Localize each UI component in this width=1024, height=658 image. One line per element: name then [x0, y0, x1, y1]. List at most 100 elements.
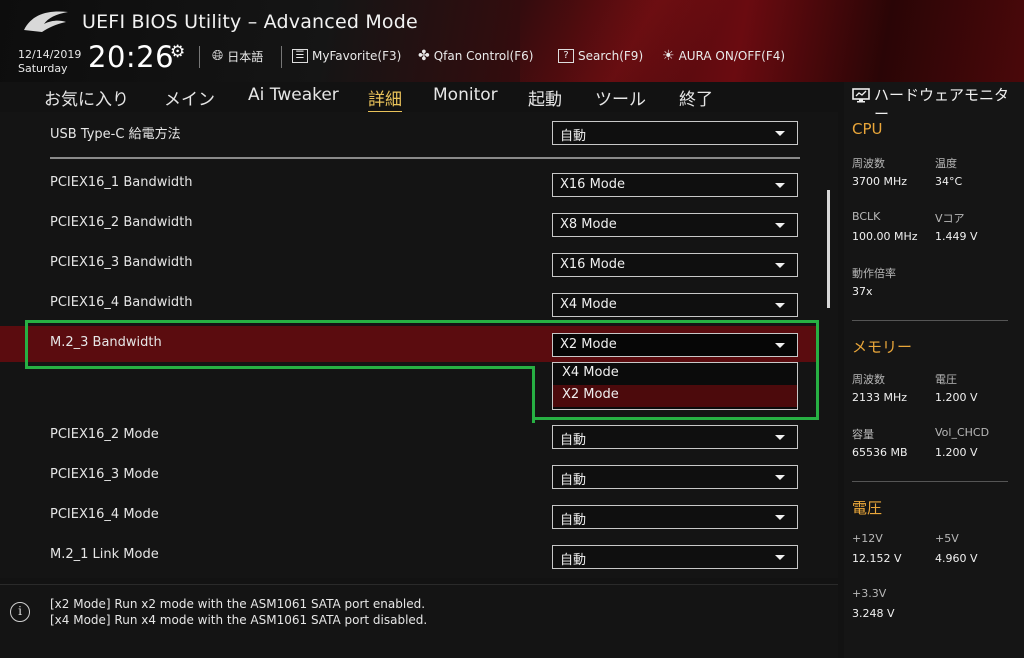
chevron-down-icon [775, 555, 785, 560]
setting-dropdown[interactable]: 自動 [552, 505, 798, 529]
aura-label: AURA ON/OFF(F4) [678, 49, 786, 63]
setting-row[interactable]: PCIEX16_1 Bandwidth X16 Mode [0, 166, 818, 202]
search-button[interactable]: ? Search(F9) [558, 47, 643, 65]
cpu-freq-value: 3700 MHz [852, 175, 908, 188]
gear-icon[interactable]: ⚙ [170, 42, 185, 62]
chevron-down-icon [775, 223, 785, 228]
mem-chcd-label: Vol_CHCD [935, 426, 990, 439]
chevron-down-icon [775, 303, 785, 308]
tab-boot[interactable]: 起動 [528, 85, 562, 110]
setting-row[interactable]: PCIEX16_4 Mode 自動 [0, 498, 818, 534]
setting-dropdown[interactable]: 自動 [552, 545, 798, 569]
setting-dropdown-open[interactable]: X2 Mode [552, 333, 798, 357]
chevron-down-icon [775, 183, 785, 188]
mem-volt-value: 1.200 V [935, 391, 978, 404]
v33-value: 3.248 V [852, 607, 895, 620]
setting-dropdown[interactable]: X16 Mode [552, 173, 798, 197]
myfavorite-label: MyFavorite(F3) [312, 49, 402, 63]
tab-ai-tweaker[interactable]: Ai Tweaker [248, 85, 339, 105]
help-bar: i [x2 Mode] Run x2 mode with the ASM1061… [0, 584, 838, 658]
bclk-value: 100.00 MHz [852, 230, 918, 243]
dropdown-option[interactable]: X4 Mode [553, 363, 797, 385]
cpu-temp-label: 温度 [935, 157, 957, 170]
dropdown-value: X8 Mode [560, 217, 617, 232]
chevron-down-icon [775, 131, 785, 136]
setting-row[interactable]: PCIEX16_3 Bandwidth X16 Mode [0, 246, 818, 282]
header-separator [199, 46, 200, 68]
scrollbar[interactable] [827, 190, 830, 308]
tab-advanced[interactable]: 詳細 [368, 85, 402, 113]
aura-toggle-button[interactable]: ☀ AURA ON/OFF(F4) [662, 47, 785, 65]
v12-value: 12.152 V [852, 552, 902, 565]
chevron-down-icon [775, 435, 785, 440]
language-label: 日本語 [227, 49, 264, 64]
v33-label: +3.3V [852, 587, 887, 600]
info-icon: i [10, 602, 30, 622]
setting-label: M.2_3 Bandwidth [50, 335, 162, 350]
header-bar: UEFI BIOS Utility – Advanced Mode 12/14/… [0, 0, 1024, 82]
mem-volt-label: 電圧 [935, 373, 957, 386]
mem-chcd-value: 1.200 V [935, 446, 978, 459]
setting-row[interactable]: PCIEX16_2 Bandwidth X8 Mode [0, 206, 818, 242]
setting-row-selected[interactable]: M.2_3 Bandwidth X2 Mode [0, 326, 818, 362]
setting-dropdown[interactable]: 自動 [552, 121, 798, 145]
dropdown-value: X16 Mode [560, 177, 625, 192]
setting-row[interactable]: M.2_1 Link Mode 自動 [0, 538, 818, 574]
setting-row[interactable]: PCIEX16_4 Bandwidth X4 Mode [0, 286, 818, 322]
myfavorite-button[interactable]: ☰ MyFavorite(F3) [292, 47, 401, 65]
search-label: Search(F9) [578, 49, 644, 63]
cpu-freq-label: 周波数 [852, 157, 885, 170]
setting-dropdown[interactable]: X16 Mode [552, 253, 798, 277]
setting-dropdown[interactable]: X4 Mode [552, 293, 798, 317]
hw-divider [852, 320, 1008, 321]
v12-label: +12V [852, 532, 883, 545]
help-text-line: [x2 Mode] Run x2 mode with the ASM1061 S… [50, 597, 426, 611]
setting-label: PCIEX16_1 Mode [50, 387, 159, 402]
option-label: X4 Mode [562, 365, 619, 380]
mem-freq-value: 2133 MHz [852, 391, 908, 404]
favorite-list-icon: ☰ [292, 49, 308, 63]
chevron-down-icon [775, 475, 785, 480]
header-decoration [520, 0, 780, 82]
settings-panel: USB Type-C 給電方法 自動 PCIEX16_1 Bandwidth X… [0, 112, 838, 578]
language-button[interactable]: 🌐︎ 日本語 [212, 47, 263, 65]
rog-logo-icon [24, 11, 68, 32]
mem-freq-label: 周波数 [852, 373, 885, 386]
setting-label: PCIEX16_2 Mode [50, 427, 159, 442]
cpu-temp-value: 34°C [935, 175, 963, 188]
help-text-line: [x4 Mode] Run x4 mode with the ASM1061 S… [50, 613, 428, 627]
setting-label: USB Type-C 給電方法 [50, 127, 181, 142]
tab-monitor[interactable]: Monitor [433, 85, 498, 105]
tab-main[interactable]: メイン [164, 85, 215, 110]
dropdown-value: 自動 [560, 553, 587, 568]
setting-dropdown[interactable]: 自動 [552, 465, 798, 489]
option-label: X2 Mode [562, 387, 619, 402]
tab-favorites[interactable]: お気に入り [44, 85, 129, 110]
main-menu-bar: お気に入り メイン Ai Tweaker 詳細 Monitor 起動 ツール 終… [0, 82, 838, 113]
chevron-down-icon [775, 343, 785, 348]
date-display: 12/14/2019 Saturday [18, 48, 81, 76]
aura-light-icon: ☀ [662, 48, 675, 64]
setting-dropdown[interactable]: X8 Mode [552, 213, 798, 237]
setting-label: PCIEX16_3 Bandwidth [50, 255, 193, 270]
setting-row[interactable]: PCIEX16_3 Mode 自動 [0, 458, 818, 494]
setting-label: PCIEX16_3 Mode [50, 467, 159, 482]
dropdown-options-list[interactable]: X4 Mode X2 Mode [552, 362, 798, 410]
dropdown-value: X16 Mode [560, 257, 625, 272]
qfan-control-button[interactable]: ✤ Qfan Control(F6) [418, 47, 533, 65]
chevron-down-icon [775, 515, 785, 520]
clock-display: 20:26 [88, 40, 175, 74]
vcore-value: 1.449 V [935, 230, 978, 243]
setting-row[interactable]: PCIEX16_2 Mode 自動 [0, 418, 818, 454]
dropdown-option-selected[interactable]: X2 Mode [553, 385, 797, 407]
vcore-label: Vコア [935, 212, 965, 225]
setting-dropdown[interactable]: 自動 [552, 425, 798, 449]
dropdown-value: 自動 [560, 433, 587, 448]
dropdown-value: X2 Mode [560, 337, 617, 352]
setting-row[interactable]: USB Type-C 給電方法 自動 [0, 114, 818, 150]
header-separator [281, 46, 282, 68]
tab-exit[interactable]: 終了 [679, 85, 713, 110]
tab-tool[interactable]: ツール [595, 85, 646, 110]
mem-capacity-label: 容量 [852, 428, 874, 441]
chevron-down-icon [775, 263, 785, 268]
